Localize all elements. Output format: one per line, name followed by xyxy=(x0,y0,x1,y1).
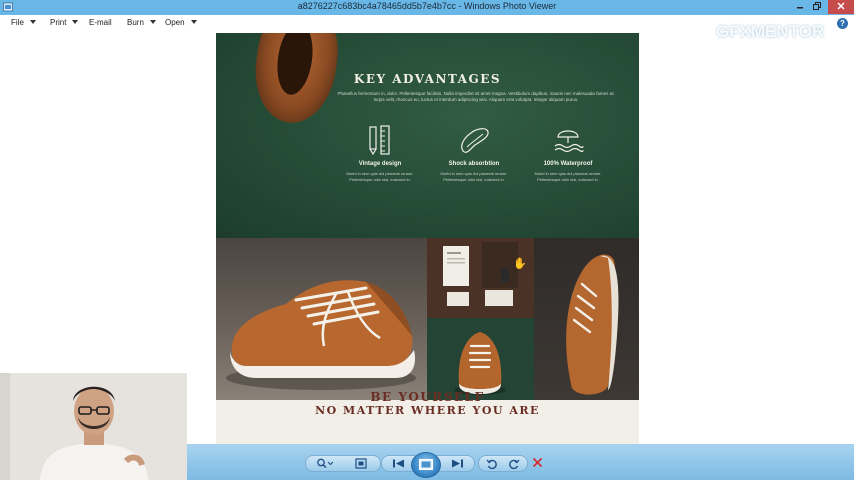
key-advantages-heading: KEY ADVANTAGES xyxy=(353,72,502,86)
sneaker-front-illustration xyxy=(454,332,506,395)
zoom-button[interactable] xyxy=(310,456,340,471)
watermark-logo: GFXMENTOR xyxy=(716,22,825,41)
previous-button[interactable] xyxy=(388,456,410,471)
feature-label: Vintage design xyxy=(358,161,402,167)
zoom-group xyxy=(305,455,381,472)
feature-description: Morbi in sem quis dui placerat ornare. P… xyxy=(346,171,414,182)
shoe-sole-icon xyxy=(461,128,489,153)
chevron-down-icon xyxy=(72,20,79,24)
feature-label: 100% Waterproof xyxy=(543,161,593,167)
menu-open-label: Open xyxy=(165,18,185,27)
next-icon xyxy=(452,459,463,468)
menu-print-label: Print xyxy=(50,18,67,27)
title-bar: a8276227c683bc4a78465dd5b7e4b7cc - Windo… xyxy=(0,0,854,15)
rotate-clockwise-button[interactable] xyxy=(503,456,525,471)
sneaker-side-image xyxy=(216,238,427,400)
sneaker-illustration xyxy=(226,280,416,390)
menu-email-label: E-mail xyxy=(89,18,112,27)
actual-size-button[interactable] xyxy=(350,456,372,471)
next-button[interactable] xyxy=(446,456,468,471)
actual-size-icon xyxy=(355,458,367,469)
menu-burn-label: Burn xyxy=(127,18,144,27)
sneaker-back-illustration xyxy=(566,254,619,395)
no-matter-where-heading: NO MATTER WHERE YOU ARE xyxy=(315,404,540,417)
menu-print[interactable]: Print xyxy=(50,18,79,27)
menu-burn[interactable]: Burn xyxy=(127,18,156,27)
be-yourself-heading: BE YOURSELF xyxy=(370,390,485,404)
restore-icon xyxy=(813,2,821,10)
minimize-icon xyxy=(797,7,803,9)
stationery-illustration xyxy=(443,242,518,306)
feature-description: Morbi in sem quis dui placerat ornare. P… xyxy=(534,171,602,182)
zoom-icon xyxy=(317,458,334,469)
close-window-button[interactable] xyxy=(828,0,854,14)
stationery-mockup-image xyxy=(427,238,534,318)
slideshow-icon xyxy=(419,459,433,470)
sneaker-back-image xyxy=(534,238,639,400)
viewer-toolbar xyxy=(187,444,854,480)
feature-label: Shock absorbtion xyxy=(448,161,500,167)
rotate-group xyxy=(478,455,528,472)
feature-vintage-design: Vintage design Morbi in sem quis dui pla… xyxy=(335,125,425,182)
umbrella-waves-icon xyxy=(554,130,584,153)
hand-cursor-icon: ✋ xyxy=(513,258,527,270)
menu-open[interactable]: Open xyxy=(165,18,197,27)
window-title: a8276227c683bc4a78465dd5b7e4b7cc - Windo… xyxy=(297,1,557,11)
menu-email[interactable]: E-mail xyxy=(89,18,112,27)
help-icon[interactable]: ? xyxy=(837,18,848,29)
delete-group xyxy=(526,455,548,470)
chevron-down-icon xyxy=(149,20,156,24)
rotate-counterclockwise-icon xyxy=(486,459,497,469)
webcam-overlay xyxy=(0,373,187,480)
key-advantages-panel: KEY ADVANTAGES Phasellus fermentum in, d… xyxy=(216,33,639,238)
delete-button[interactable] xyxy=(526,455,548,470)
chevron-down-icon xyxy=(190,20,197,24)
key-advantages-subtitle: Phasellus fermentum in, dolor. Pellentes… xyxy=(337,91,615,102)
slideshow-button[interactable] xyxy=(411,452,441,478)
pencil-ruler-icon xyxy=(369,125,390,155)
presenter-video xyxy=(0,373,187,480)
sneaker-front-image xyxy=(427,318,534,400)
feature-description: Morbi in sem quis dui placerat ornare. P… xyxy=(440,171,508,182)
feature-shock-absorbtion: Shock absorbtion Morbi in sem quis dui p… xyxy=(429,125,519,182)
menu-file-label: File xyxy=(11,18,24,27)
rotate-clockwise-icon xyxy=(509,459,520,469)
chevron-down-icon xyxy=(29,20,36,24)
restore-button[interactable] xyxy=(806,0,828,14)
feature-waterproof: 100% Waterproof Morbi in sem quis dui pl… xyxy=(523,125,613,182)
delete-icon xyxy=(532,457,542,468)
menu-file[interactable]: File xyxy=(11,18,36,27)
previous-icon xyxy=(393,459,404,468)
close-icon xyxy=(837,2,845,10)
displayed-photo: KEY ADVANTAGES Phasellus fermentum in, d… xyxy=(216,33,639,444)
rotate-counterclockwise-button[interactable] xyxy=(481,456,503,471)
